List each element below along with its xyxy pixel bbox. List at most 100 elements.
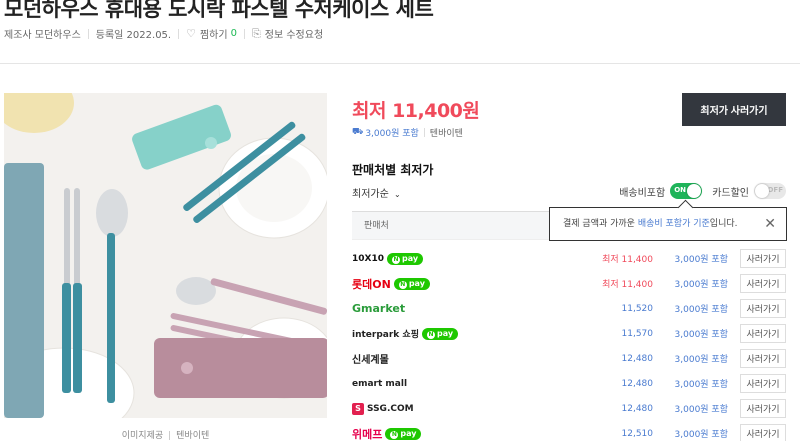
npay-label: pay xyxy=(400,428,417,438)
go-buy-button[interactable]: 사러가기 xyxy=(740,274,786,293)
divider xyxy=(169,431,171,440)
tooltip-text-before: 결제 금액과 가까운 xyxy=(563,219,638,229)
heart-icon: ♡ xyxy=(186,27,196,40)
seller-name: 롯데ON xyxy=(352,277,391,291)
seller-shipping: 3,000원 포함 xyxy=(674,405,728,415)
maker-text: 제조사 모던하우스 xyxy=(4,30,81,41)
go-buy-button[interactable]: 사러가기 xyxy=(740,399,786,418)
sort-label: 최저가순 xyxy=(352,189,389,200)
seller-price: 12,480 xyxy=(621,353,654,364)
table-row: 10X10 Npay 최저 11,400 3,000원 포함 사러가기 xyxy=(352,246,786,271)
seller-price: 최저 11,400 xyxy=(602,280,653,290)
table-row: 롯데ON Npay 최저 11,400 3,000원 포함 사러가기 xyxy=(352,271,786,296)
image-vendor: 텐바이텐 xyxy=(176,431,210,441)
divider xyxy=(243,28,245,39)
image-source-label: 이미지제공 xyxy=(121,431,164,441)
go-buy-button[interactable]: 사러가기 xyxy=(740,349,786,368)
npay-badge: Npay xyxy=(421,327,459,340)
seller-name: interpark 쇼핑 xyxy=(352,330,419,340)
seller-logo-10x10[interactable]: 10X10 Npay xyxy=(352,252,472,265)
seller-shipping: 3,000원 포함 xyxy=(674,355,728,365)
ship-include-toggle[interactable]: ON xyxy=(670,183,703,199)
npay-badge: Npay xyxy=(393,277,430,290)
divider xyxy=(0,63,800,64)
chevron-down-icon: ⌄ xyxy=(394,190,401,199)
product-meta: 제조사 모던하우스 등록일 2022.05. ♡ 찜하기 0 ⎘ 정보 수정요청 xyxy=(4,26,324,42)
divider xyxy=(423,128,425,137)
registered-date: 등록일 2022.05. xyxy=(95,30,172,41)
seller-shipping: 3,000원 포함 xyxy=(674,305,728,315)
ship-include-label: 배송비포함 xyxy=(619,187,666,199)
card-discount-label: 카드할인 xyxy=(712,187,749,199)
shipping-text: 3,000원 포함 xyxy=(365,129,419,139)
tooltip-text-after: 입니다. xyxy=(709,219,738,229)
seller-logo-interpark[interactable]: interpark 쇼핑 Npay xyxy=(352,327,472,340)
table-row: 신세계몰 12,480 3,000원 포함 사러가기 xyxy=(352,346,786,371)
toggle-knob xyxy=(687,184,702,198)
buy-lowest-button[interactable]: 최저가 사러가기 xyxy=(682,93,786,126)
seller-name: 신세계몰 xyxy=(352,355,389,366)
seller-name: 위메프 xyxy=(352,427,383,441)
seller-shipping: 3,000원 포함 xyxy=(674,430,728,440)
npay-icon: N xyxy=(390,430,399,439)
seller-price: 12,480 xyxy=(621,378,654,389)
seller-name: emart mall xyxy=(352,378,408,389)
product-title: 모던하우스 휴대용 도시락 파스텔 수저케이스 세트 xyxy=(4,0,434,21)
ssg-s-icon: S xyxy=(352,402,364,415)
npay-badge: Npay xyxy=(387,252,424,265)
lowest-price: 최저 11,400원 xyxy=(352,100,480,122)
seller-shipping: 3,000원 포함 xyxy=(674,380,728,390)
product-image[interactable] xyxy=(4,93,327,418)
close-icon[interactable]: ✕ xyxy=(764,208,776,240)
go-buy-button[interactable]: 사러가기 xyxy=(740,424,786,441)
seller-shipping: 3,000원 포함 xyxy=(674,255,728,265)
edit-icon: ⎘ xyxy=(251,26,261,40)
seller-logo-gmarket[interactable]: Gmarket xyxy=(352,302,472,315)
seller-price: 12,480 xyxy=(621,403,654,414)
npay-icon: N xyxy=(398,280,407,289)
filter-toggles: 배송비포함 ON 카드할인 OFF xyxy=(619,183,786,199)
report-button[interactable]: ⎘ 정보 수정요청 xyxy=(251,26,324,42)
seller-name: SSG.COM xyxy=(367,403,414,414)
go-buy-button[interactable]: 사러가기 xyxy=(740,249,786,268)
seller-shipping: 3,000원 포함 xyxy=(674,330,728,340)
go-buy-button[interactable]: 사러가기 xyxy=(740,299,786,318)
toggle-knob xyxy=(755,184,769,198)
table-row: S SSG.COM 12,480 3,000원 포함 사러가기 xyxy=(352,396,786,421)
npay-badge: Npay xyxy=(385,427,422,440)
card-discount-toggle[interactable]: OFF xyxy=(754,183,786,199)
npay-label: pay xyxy=(436,328,454,338)
image-caption: 이미지제공 텐바이텐 xyxy=(4,428,327,441)
go-buy-button[interactable]: 사러가기 xyxy=(740,324,786,343)
sort-dropdown[interactable]: 최저가순 ⌄ xyxy=(352,185,401,200)
seller-logo-lotteon[interactable]: 롯데ON Npay xyxy=(352,276,472,292)
seller-price: 최저 11,400 xyxy=(602,255,653,265)
divider xyxy=(178,28,180,39)
seller-price: 11,570 xyxy=(621,328,654,339)
seller-price: 12,510 xyxy=(621,428,654,439)
table-row: interpark 쇼핑 Npay 11,570 3,000원 포함 사러가기 xyxy=(352,321,786,346)
table-row: Gmarket 11,520 3,000원 포함 사러가기 xyxy=(352,296,786,321)
shipping-tooltip: 결제 금액과 가까운 배송비 포함가 기준입니다. ✕ xyxy=(549,207,787,241)
seller-logo-emart[interactable]: emart mall xyxy=(352,379,472,389)
seller-logo-wemakeprice[interactable]: 위메프 Npay xyxy=(352,426,472,441)
wish-button[interactable]: ♡ 찜하기 0 xyxy=(186,26,237,41)
divider xyxy=(87,28,89,39)
report-label: 정보 수정요청 xyxy=(264,30,324,41)
seller-name: Gmarket xyxy=(352,302,406,315)
seller-logo-shinsegae[interactable]: 신세계몰 xyxy=(352,351,472,366)
seller-logo-ssg[interactable]: S SSG.COM xyxy=(352,402,472,415)
go-buy-button[interactable]: 사러가기 xyxy=(740,374,786,393)
seller-list: 10X10 Npay 최저 11,400 3,000원 포함 사러가기 롯데ON… xyxy=(352,246,786,441)
shipping-info: ⛟ 3,000원 포함 텐바이텐 xyxy=(352,126,463,139)
seller-shipping: 3,000원 포함 xyxy=(674,280,728,290)
wish-label: 찜하기 xyxy=(199,30,228,41)
npay-label: pay xyxy=(402,253,419,263)
tooltip-highlight: 배송비 포함가 기준 xyxy=(637,219,710,229)
product-photo-illustration xyxy=(4,93,327,418)
truck-icon: ⛟ xyxy=(352,127,364,137)
npay-label: pay xyxy=(408,278,425,288)
npay-icon: N xyxy=(426,330,435,339)
seller-name: 10X10 xyxy=(352,253,384,264)
toggle-state: ON xyxy=(674,186,686,194)
